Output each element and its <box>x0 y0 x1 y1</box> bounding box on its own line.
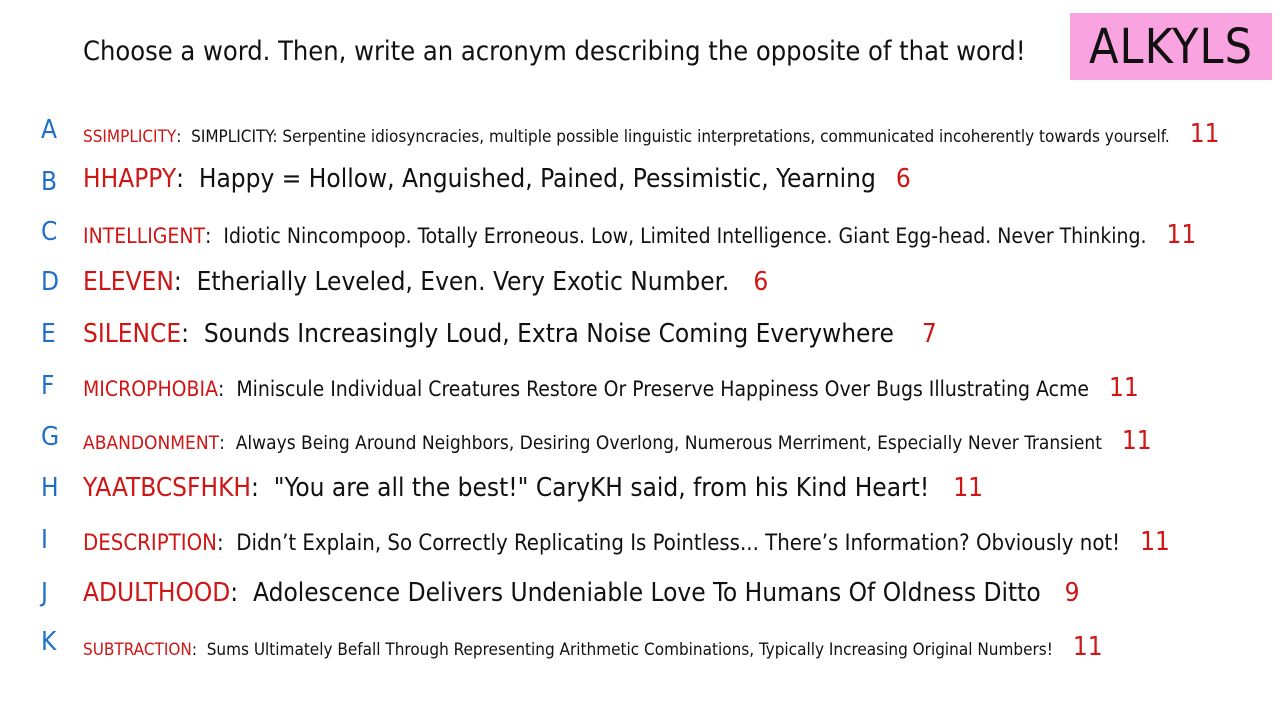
entry-word: DESCRIPTION <box>83 531 217 556</box>
entry-word: ELEVEN <box>83 267 174 297</box>
prompt-heading: Choose a word. Then, write an acronym de… <box>83 36 1026 67</box>
entry-word: MICROPHOBIA <box>83 377 218 401</box>
entry-letter: F <box>41 371 55 401</box>
entry-count: 11 <box>1189 119 1220 149</box>
entry-letter: A <box>41 115 57 145</box>
word-badge: ALKYLS <box>1070 13 1272 80</box>
entry-word: HHAPPY <box>83 164 177 194</box>
entry-count: 9 <box>1064 578 1080 608</box>
entry-count: 11 <box>1140 527 1170 557</box>
entry-count: 11 <box>1166 220 1197 250</box>
entry-definition: SIMPLICITY: Serpentine idiosyncracies, m… <box>191 127 1170 147</box>
entry-count: 11 <box>1109 373 1139 403</box>
entry-letter: G <box>41 422 60 452</box>
entry-count: 11 <box>1072 632 1103 662</box>
entry-letter: E <box>41 319 56 349</box>
entry-definition: Adolescence Delivers Undeniable Love To … <box>253 578 1041 608</box>
entry-count: 6 <box>895 164 911 194</box>
entry-letter: I <box>41 525 48 555</box>
entry-definition: Idiotic Nincompoop. Totally Erroneous. L… <box>223 224 1147 248</box>
entry-letter: B <box>41 167 58 197</box>
entry-definition: Didn’t Explain, So Correctly Replicating… <box>236 531 1121 556</box>
entry-definition: Etherially Leveled, Even. Very Exotic Nu… <box>196 267 730 297</box>
entry-count: 11 <box>953 473 983 503</box>
entry-definition: Sums Ultimately Befall Through Represent… <box>206 640 1053 660</box>
entry-word: INTELLIGENT <box>83 224 206 248</box>
entry-word: ADULTHOOD <box>83 578 231 608</box>
entry-word: ABANDONMENT <box>83 432 220 454</box>
entry-letter: C <box>41 217 58 247</box>
entry-definition: Miniscule Individual Creatures Restore O… <box>236 377 1090 401</box>
entry-definition: Sounds Increasingly Loud, Extra Noise Co… <box>203 319 894 349</box>
entry-definition: "You are all the best!" CaryKH said, fro… <box>273 473 930 503</box>
entry-word: SUBTRACTION <box>83 640 192 660</box>
entry-letter: K <box>41 627 57 657</box>
entry-definition: Happy = Hollow, Anguished, Pained, Pessi… <box>198 164 876 194</box>
entry-letter: D <box>41 267 60 297</box>
entry-definition: Always Being Around Neighbors, Desiring … <box>235 432 1102 454</box>
entry-count: 6 <box>753 267 769 297</box>
entry-word: YAATBCSFHKH <box>83 473 252 503</box>
entry-word: SSIMPLICITY <box>83 127 177 147</box>
entry-count: 11 <box>1121 426 1152 456</box>
entry-word: SILENCE <box>83 319 182 349</box>
entry-letter: J <box>41 578 48 608</box>
entry-count: 7 <box>921 319 937 349</box>
entry-letter: H <box>41 473 59 503</box>
